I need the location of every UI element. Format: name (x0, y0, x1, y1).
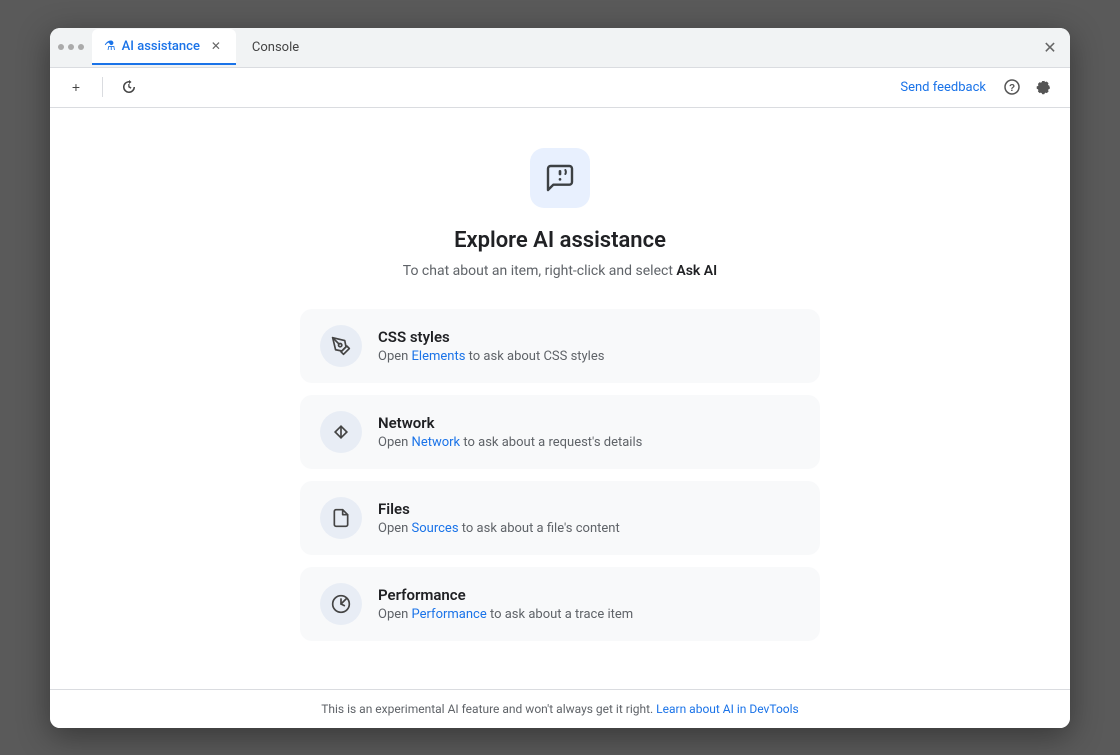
files-icon (331, 508, 351, 528)
footer: This is an experimental AI feature and w… (50, 689, 1070, 728)
network-card-title: Network (378, 414, 642, 432)
css-desc-suffix: to ask about CSS styles (465, 349, 604, 364)
feature-card-performance: Performance Open Performance to ask abou… (300, 567, 820, 641)
feature-card-css: CSS styles Open Elements to ask about CS… (300, 309, 820, 383)
files-card-content: Files Open Sources to ask about a file's… (378, 500, 620, 536)
network-icon-wrapper (320, 411, 362, 453)
toolbar-right: Send feedback ? (900, 73, 1058, 101)
help-button[interactable]: ? (998, 73, 1026, 101)
toolbar: + Send feedback ? (50, 68, 1070, 108)
history-icon (121, 79, 137, 95)
send-feedback-link[interactable]: Send feedback (900, 80, 986, 95)
network-desc-prefix: Open (378, 435, 412, 450)
performance-icon-wrapper (320, 583, 362, 625)
settings-icon (1036, 79, 1052, 95)
css-styles-icon (331, 336, 351, 356)
title-bar: ⚗ AI assistance ✕ Console ✕ (50, 28, 1070, 68)
network-icon (331, 422, 351, 442)
performance-card-desc: Open Performance to ask about a trace it… (378, 607, 633, 622)
footer-text: This is an experimental AI feature and w… (321, 702, 656, 716)
settings-button[interactable] (1030, 73, 1058, 101)
help-icon: ? (1004, 79, 1020, 95)
performance-desc-prefix: Open (378, 607, 412, 622)
performance-card-content: Performance Open Performance to ask abou… (378, 586, 633, 622)
css-card-title: CSS styles (378, 328, 604, 346)
files-card-desc: Open Sources to ask about a file's conte… (378, 521, 620, 536)
tab-close-button[interactable]: ✕ (208, 38, 224, 54)
window-controls (58, 44, 84, 50)
subtitle-text: To chat about an item, right-click and s… (403, 263, 677, 279)
css-icon-wrapper (320, 325, 362, 367)
files-icon-wrapper (320, 497, 362, 539)
new-tab-button[interactable]: + (62, 73, 90, 101)
window-close-button[interactable]: ✕ (1038, 35, 1062, 59)
toolbar-divider (102, 77, 103, 97)
files-desc-prefix: Open (378, 521, 412, 536)
tab-console-label: Console (252, 40, 299, 55)
main-content: Explore AI assistance To chat about an i… (50, 108, 1070, 689)
network-desc-suffix: to ask about a request's details (460, 435, 642, 450)
performance-icon (331, 594, 351, 614)
feature-cards: CSS styles Open Elements to ask about CS… (300, 309, 820, 641)
dot-3 (78, 44, 84, 50)
explore-section: Explore AI assistance To chat about an i… (50, 108, 1070, 689)
performance-desc-suffix: to ask about a trace item (487, 607, 633, 622)
ai-icon-wrapper (530, 148, 590, 208)
ai-chat-icon (544, 162, 576, 194)
files-desc-suffix: to ask about a file's content (459, 521, 620, 536)
toolbar-left: + (62, 73, 143, 101)
feature-card-files: Files Open Sources to ask about a file's… (300, 481, 820, 555)
tab-ai-label: AI assistance (122, 39, 200, 54)
network-link[interactable]: Network (412, 435, 461, 450)
devtools-window: ⚗ AI assistance ✕ Console ✕ + (50, 28, 1070, 728)
files-card-title: Files (378, 500, 620, 518)
css-card-content: CSS styles Open Elements to ask about CS… (378, 328, 604, 364)
subtitle-bold: Ask AI (676, 263, 717, 279)
network-card-desc: Open Network to ask about a request's de… (378, 435, 642, 450)
footer-learn-link[interactable]: Learn about AI in DevTools (656, 702, 799, 716)
tab-bar: ⚗ AI assistance ✕ Console (92, 29, 1038, 65)
dot-1 (58, 44, 64, 50)
network-card-content: Network Open Network to ask about a requ… (378, 414, 642, 450)
explore-subtitle: To chat about an item, right-click and s… (403, 263, 717, 279)
dot-2 (68, 44, 74, 50)
explore-title: Explore AI assistance (454, 228, 666, 253)
css-elements-link[interactable]: Elements (412, 349, 466, 364)
history-button[interactable] (115, 73, 143, 101)
tab-console[interactable]: Console (240, 29, 311, 65)
feature-card-network: Network Open Network to ask about a requ… (300, 395, 820, 469)
tab-ai-assistance[interactable]: ⚗ AI assistance ✕ (92, 29, 236, 65)
files-sources-link[interactable]: Sources (412, 521, 459, 536)
css-desc-prefix: Open (378, 349, 412, 364)
css-card-desc: Open Elements to ask about CSS styles (378, 349, 604, 364)
performance-card-title: Performance (378, 586, 633, 604)
ai-tab-icon: ⚗ (104, 39, 116, 54)
svg-text:?: ? (1009, 83, 1015, 94)
performance-link[interactable]: Performance (412, 607, 487, 622)
